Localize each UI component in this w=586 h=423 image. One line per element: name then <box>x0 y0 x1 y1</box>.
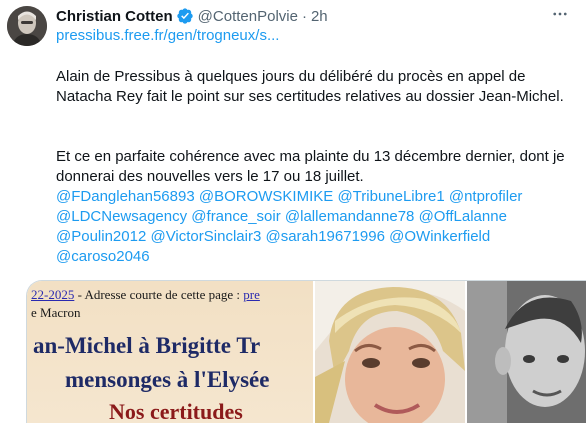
mentions-list: @FDanglehan56893 @BOROWSKIMIKE @TribuneL… <box>56 187 576 267</box>
doc-date: 22-2025 <box>31 287 75 302</box>
tweet-paragraph-1: Alain de Pressibus à quelques jours du d… <box>56 68 564 105</box>
doc-heading-2: mensonges à l'Elysée <box>65 367 270 392</box>
doc-address-line: 22-2025 - Adresse courte de cette page :… <box>31 287 260 303</box>
tweet-link[interactable]: pressibus.free.fr/gen/trogneux/s... <box>56 27 279 44</box>
mention-link[interactable]: @BOROWSKIMIKE <box>199 188 333 205</box>
avatar[interactable] <box>7 6 47 46</box>
child-photo <box>467 281 586 423</box>
avatar-image <box>7 6 47 46</box>
mention-link[interactable]: @lallemandanne78 <box>285 208 415 225</box>
mention-link[interactable]: @sarah19671996 <box>265 228 385 245</box>
tweet-media[interactable]: 22-2025 - Adresse courte de cette page :… <box>26 280 586 423</box>
doc-heading-1: an-Michel à Brigitte Tr <box>33 333 261 358</box>
media-photo-child[interactable] <box>467 281 586 423</box>
doc-address-label: - Adresse courte de cette page : <box>74 287 244 302</box>
tweet-header: Christian Cotten @CottenPolvie · 2h <box>56 7 328 25</box>
more-options-button[interactable] <box>548 4 572 24</box>
doc-subline: e Macron <box>31 305 81 320</box>
portrait-photo <box>315 281 465 423</box>
mention-link[interactable]: @france_soir <box>191 208 280 225</box>
doc-heading-3: Nos certitudes <box>109 399 243 423</box>
mention-link[interactable]: @VictorSinclair3 <box>150 228 261 245</box>
mention-link[interactable]: @Poulin2012 <box>56 228 146 245</box>
doc-url: pre <box>243 287 260 302</box>
mention-link[interactable]: @TribuneLibre1 <box>337 188 444 205</box>
verified-badge-icon <box>176 7 194 25</box>
separator-dot: · <box>301 7 307 25</box>
mention-link[interactable]: @caroso2046 <box>56 248 150 265</box>
mention-link[interactable]: @ntprofiler <box>449 188 523 205</box>
tweet[interactable]: Christian Cotten @CottenPolvie · 2h pres… <box>0 0 586 423</box>
author-name[interactable]: Christian Cotten <box>56 8 173 25</box>
mention-link[interactable]: @LDCNewsagency <box>56 208 187 225</box>
media-document-screenshot[interactable]: 22-2025 - Adresse courte de cette page :… <box>27 281 313 423</box>
media-photo-woman[interactable] <box>315 281 465 423</box>
timestamp[interactable]: 2h <box>311 8 328 25</box>
mention-link[interactable]: @FDanglehan56893 <box>56 188 195 205</box>
mention-link[interactable]: @OWinkerfield <box>389 228 490 245</box>
more-horizontal-icon <box>553 12 567 16</box>
tweet-paragraph-2: Et ce en parfaite cohérence avec ma plai… <box>56 148 565 185</box>
author-handle[interactable]: @CottenPolvie <box>198 8 298 25</box>
mention-link[interactable]: @OffLalanne <box>419 208 507 225</box>
